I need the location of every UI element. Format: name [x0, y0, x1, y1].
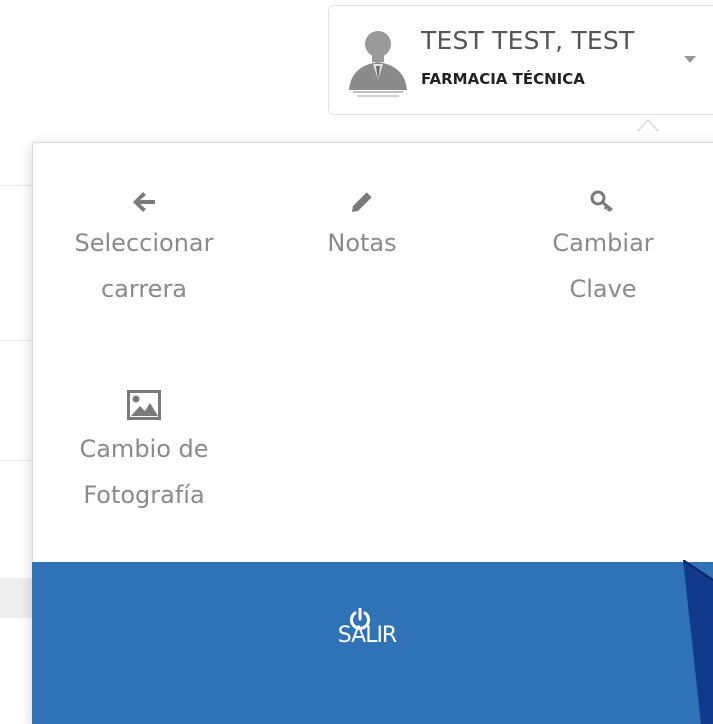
menu-item-label: Seleccionar [74, 229, 214, 257]
cursor-icon [683, 560, 713, 724]
user-avatar [343, 24, 413, 100]
menu-item-label: Cambio de [79, 435, 209, 463]
menu-item-label: Cambiar [552, 229, 654, 257]
logout-label: SALIR [337, 623, 397, 648]
caret-down-icon[interactable] [684, 56, 696, 63]
menu-item-change-photo[interactable]: Cambio de Fotografía [44, 390, 244, 518]
menu-item-change-password[interactable]: Cambiar Clave [503, 190, 703, 312]
menu-item-label: Fotografía [83, 481, 205, 509]
pencil-icon [352, 191, 373, 212]
menu-item-label: Notas [327, 229, 397, 257]
background-row [0, 578, 34, 618]
arrow-left-icon [133, 192, 155, 212]
image-icon [127, 390, 161, 420]
key-icon [590, 190, 613, 212]
menu-item-grades[interactable]: Notas [262, 190, 462, 266]
user-career: FARMACIA TÉCNICA [421, 70, 585, 88]
menu-item-label: Clave [569, 275, 637, 303]
dropdown-arrow [638, 121, 658, 132]
menu-item-select-career[interactable]: Seleccionar carrera [44, 190, 244, 312]
menu-item-label: carrera [100, 275, 188, 303]
user-name: TEST TEST, TEST [421, 26, 635, 55]
